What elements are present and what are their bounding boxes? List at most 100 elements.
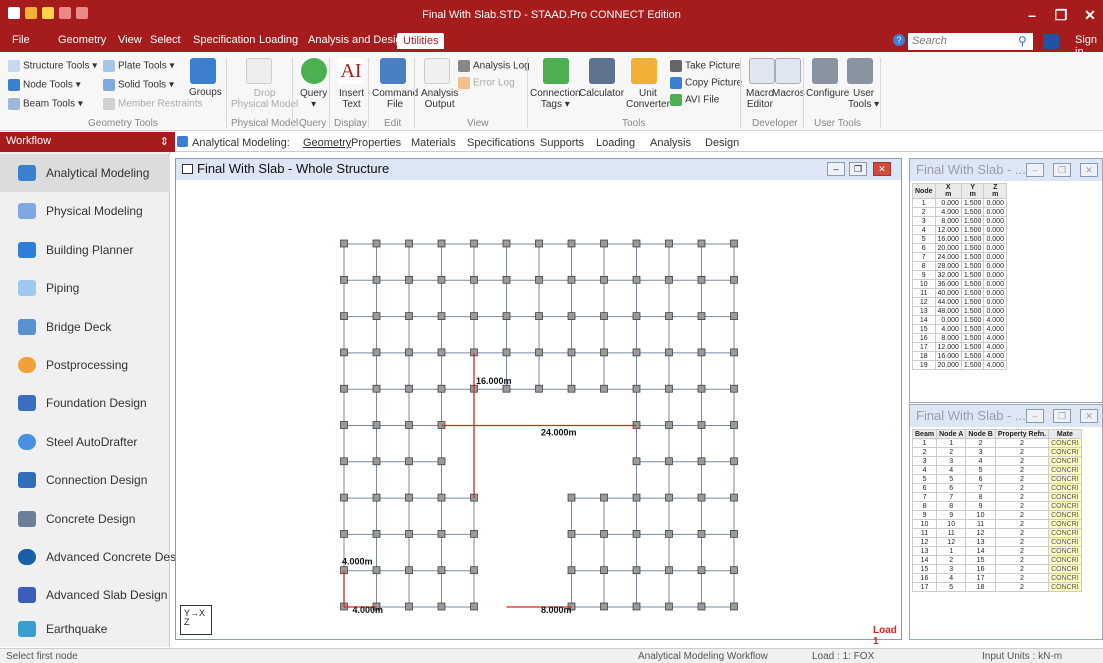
table-cell[interactable]: 36.000: [934, 279, 962, 289]
table-cell[interactable]: 0.000: [983, 216, 1007, 226]
member-restraints-button[interactable]: Member Restraints: [103, 98, 202, 110]
table-cell[interactable]: 4.000: [934, 324, 962, 334]
table-row[interactable]: 8 8 9 2 CONCRI: [911, 501, 1082, 511]
table-row[interactable]: 5 16.000 1.500 0.000: [912, 234, 1007, 244]
table-header[interactable]: Node: [912, 183, 936, 199]
support-node[interactable]: [470, 566, 478, 575]
table-row[interactable]: 11 11 12 2 CONCRI: [911, 528, 1082, 538]
help-icon[interactable]: ?: [893, 34, 905, 46]
table-row[interactable]: 6 20.000 1.500 0.000: [912, 243, 1007, 253]
support-node[interactable]: [632, 312, 641, 320]
user-tools-button[interactable]: User Tools ▾: [848, 88, 879, 110]
table-cell[interactable]: 5: [936, 474, 967, 484]
table-cell[interactable]: 16.000: [934, 234, 962, 244]
table-cell[interactable]: 3: [911, 456, 938, 466]
table-row[interactable]: 4 4 5 2 CONCRI: [911, 465, 1082, 475]
table-cell[interactable]: 2: [994, 510, 1050, 520]
table-cell[interactable]: 3: [912, 216, 936, 226]
table-cell[interactable]: 1.500: [960, 333, 985, 343]
support-node[interactable]: [372, 348, 381, 357]
support-node[interactable]: [502, 384, 511, 393]
support-node[interactable]: [730, 312, 738, 320]
beam-table-restore-button[interactable]: ❐: [1053, 409, 1071, 423]
table-cell[interactable]: 40.000: [934, 288, 962, 298]
table-row[interactable]: 17 12.000 1.500 4.000: [912, 342, 1007, 352]
table-cell[interactable]: 0.000: [983, 297, 1007, 307]
table-cell[interactable]: 1.500: [960, 279, 985, 289]
support-node[interactable]: [665, 602, 673, 611]
table-cell[interactable]: 2: [994, 447, 1050, 457]
table-cell[interactable]: 1.500: [960, 225, 985, 235]
table-cell[interactable]: 24.000: [934, 252, 962, 262]
table-cell[interactable]: 12: [912, 297, 936, 307]
table-header[interactable]: Y m: [960, 183, 985, 199]
support-node[interactable]: [730, 348, 738, 357]
tab-analysis[interactable]: Analysis: [650, 137, 691, 149]
tab-materials[interactable]: Materials: [411, 137, 456, 149]
support-node[interactable]: [437, 566, 446, 575]
support-node[interactable]: [730, 602, 738, 611]
table-cell[interactable]: 9: [936, 510, 967, 520]
support-node[interactable]: [600, 384, 608, 393]
table-cell[interactable]: 1: [912, 198, 936, 208]
support-node[interactable]: [502, 239, 511, 248]
analysis-log-button[interactable]: Analysis Log: [458, 60, 530, 72]
table-cell[interactable]: 11: [911, 528, 938, 538]
table-cell[interactable]: 9: [911, 510, 938, 520]
support-node[interactable]: [730, 421, 738, 429]
table-cell[interactable]: 7: [965, 483, 996, 493]
table-cell[interactable]: 1.500: [960, 324, 985, 334]
table-row[interactable]: 13 48.000 1.500 0.000: [912, 306, 1007, 316]
table-cell[interactable]: 12.000: [934, 225, 962, 235]
table-cell[interactable]: 2: [994, 519, 1050, 529]
close-button[interactable]: ✕: [1077, 4, 1103, 26]
support-node[interactable]: [632, 348, 641, 357]
workflow-item-advanced-concrete-design[interactable]: Advanced Concrete Desi...: [0, 538, 189, 576]
table-cell[interactable]: CONCRI: [1048, 465, 1082, 475]
tab-supports[interactable]: Supports: [540, 137, 584, 149]
table-row[interactable]: 12 44.000 1.500 0.000: [912, 297, 1007, 307]
table-cell[interactable]: 5: [911, 474, 938, 484]
table-cell[interactable]: 16: [912, 333, 936, 343]
restore-button[interactable]: ❐: [1048, 4, 1074, 26]
support-node[interactable]: [697, 312, 706, 320]
support-node[interactable]: [372, 530, 381, 538]
tab-loading[interactable]: Loading: [596, 137, 635, 149]
search-icon[interactable]: ⚲: [1018, 34, 1027, 48]
table-cell[interactable]: 1.500: [960, 234, 985, 244]
plate-tools-button[interactable]: Plate Tools ▾: [103, 60, 175, 72]
table-row[interactable]: 1 1 2 2 CONCRI: [911, 438, 1082, 448]
table-cell[interactable]: CONCRI: [1048, 573, 1082, 583]
table-row[interactable]: 19 20.000 1.500 4.000: [912, 360, 1007, 370]
workflow-item-earthquake[interactable]: Earthquake: [0, 610, 170, 648]
workflow-item-connection-design[interactable]: Connection Design: [0, 461, 170, 499]
table-row[interactable]: 6 6 7 2 CONCRI: [911, 483, 1082, 493]
support-node[interactable]: [502, 312, 511, 320]
table-cell[interactable]: 4.000: [983, 333, 1007, 343]
table-header[interactable]: Mate: [1048, 429, 1082, 439]
support-node[interactable]: [600, 312, 608, 320]
table-cell[interactable]: 2: [912, 207, 936, 217]
table-cell[interactable]: 4: [911, 465, 938, 475]
menu-analysis-design[interactable]: Analysis and Design: [308, 34, 408, 46]
support-node[interactable]: [470, 312, 478, 320]
table-row[interactable]: 3 3 4 2 CONCRI: [911, 456, 1082, 466]
table-header[interactable]: Property Refn.: [994, 429, 1050, 439]
support-node[interactable]: [697, 384, 706, 393]
support-node[interactable]: [437, 348, 446, 357]
support-node[interactable]: [437, 239, 446, 248]
configure-button[interactable]: Configure: [806, 88, 849, 99]
table-row[interactable]: 11 40.000 1.500 0.000: [912, 288, 1007, 298]
support-node[interactable]: [535, 348, 543, 357]
support-node[interactable]: [437, 602, 446, 611]
table-cell[interactable]: 1.500: [960, 315, 985, 325]
table-cell[interactable]: 3: [936, 564, 967, 574]
beam-table-close-button[interactable]: ✕: [1080, 409, 1098, 423]
table-cell[interactable]: 4.000: [983, 351, 1007, 361]
table-cell[interactable]: 20.000: [934, 243, 962, 253]
support-node[interactable]: [437, 493, 446, 502]
support-node[interactable]: [437, 457, 446, 466]
table-cell[interactable]: 1.500: [960, 288, 985, 298]
support-node[interactable]: [340, 275, 348, 284]
error-log-button[interactable]: Error Log: [458, 77, 515, 89]
